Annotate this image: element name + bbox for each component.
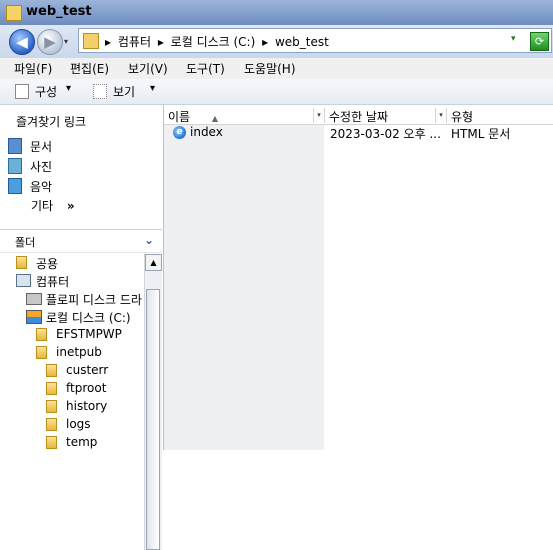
breadcrumb-separator[interactable]: ▸ (105, 35, 111, 49)
tree-item-label: logs (66, 417, 91, 431)
tree-item-label: 플로피 디스크 드라 (46, 293, 142, 307)
title-bar[interactable]: web_test (0, 0, 553, 25)
column-header-label: 수정한 날짜 (329, 110, 389, 124)
chevron-down-icon[interactable]: ⌄ (144, 233, 154, 247)
breadcrumb-separator[interactable]: ▸ (262, 35, 268, 49)
command-bar: 구성 ▾ 보기 ▾ (0, 79, 553, 105)
organize-button[interactable]: 구성 ▾ (10, 79, 80, 104)
views-button[interactable]: 보기 ▾ (88, 79, 164, 104)
double-chevron-icon: » (66, 199, 75, 213)
tree-item-label: ftproot (66, 381, 107, 395)
tree-item-label: temp (66, 435, 98, 449)
favorite-documents[interactable]: 문서 (6, 137, 156, 155)
menu-edit[interactable]: 편집(E) (70, 60, 109, 77)
music-icon (8, 178, 22, 194)
navigation-pane: 즐겨찾기 링크 문서 사진 음악 기타 » 폴더 ⌄ 공용 컴퓨터 플로피 디스… (0, 105, 164, 550)
folder-icon (46, 400, 57, 413)
sort-ascending-icon: ▲ (211, 114, 219, 123)
folder-icon (46, 418, 57, 431)
favorite-label: 문서 (30, 140, 53, 154)
menu-view[interactable]: 보기(V) (128, 60, 168, 77)
favorites-more-button[interactable]: 기타 » (31, 197, 75, 214)
computer-icon (16, 274, 31, 287)
organize-icon (15, 84, 29, 99)
scroll-thumb[interactable] (146, 289, 160, 550)
folders-header[interactable]: 폴더 ⌄ (0, 229, 162, 253)
documents-icon (8, 138, 22, 154)
column-header-name[interactable]: 이름 ▲ ▾ (164, 108, 325, 124)
file-type: HTML 문서 (451, 127, 511, 141)
menu-bar: 파일(F) 편집(E) 보기(V) 도구(T) 도움말(H) (0, 58, 553, 80)
table-row[interactable]: e index 2023-03-02 오후 ... HTML 문서 (164, 124, 553, 141)
folder-tree-scrollbar[interactable]: ▲ (144, 254, 162, 550)
address-bar[interactable]: ▸ 컴퓨터 ▸ 로컬 디스크 (C:) ▸ web_test ▾ ⟳ (78, 28, 552, 53)
floppy-icon (26, 293, 42, 305)
favorite-links-title: 즐겨찾기 링크 (16, 115, 87, 129)
breadcrumb-web-test[interactable]: web_test (275, 35, 329, 49)
column-header-row: 이름 ▲ ▾ 수정한 날짜 ▾ 유형 (164, 107, 553, 125)
menu-tools[interactable]: 도구(T) (186, 60, 225, 77)
pictures-icon (8, 158, 22, 174)
folder-icon (46, 382, 57, 395)
file-list: 이름 ▲ ▾ 수정한 날짜 ▾ 유형 e index 2023-03-02 오후… (164, 105, 553, 450)
breadcrumb-separator[interactable]: ▸ (158, 35, 164, 49)
tree-item-label: inetpub (56, 345, 102, 359)
breadcrumb-local-disk[interactable]: 로컬 디스크 (C:) (171, 35, 256, 49)
tree-item-label: EFSTMPWP (56, 327, 122, 341)
drive-icon (26, 310, 42, 324)
views-label: 보기 (113, 85, 136, 99)
scroll-up-button[interactable]: ▲ (145, 254, 162, 271)
navigation-bar: ◀ ▶ ▾ ▸ 컴퓨터 ▸ 로컬 디스크 (C:) ▸ web_test ▾ ⟳ (0, 25, 553, 58)
favorite-music[interactable]: 음악 (6, 177, 156, 195)
refresh-icon[interactable]: ⟳ (530, 32, 549, 51)
tree-item-label: 공용 (36, 257, 59, 271)
column-header-label: 이름 (168, 110, 191, 124)
tree-item-label: 로컬 디스크 (C:) (46, 311, 131, 325)
sorted-column-highlight (164, 124, 324, 450)
favorites-more-label: 기타 (31, 199, 54, 213)
tree-item-label: 컴퓨터 (36, 275, 70, 289)
address-dropdown-icon[interactable]: ▾ (511, 34, 516, 44)
recent-pages-dropdown[interactable]: ▾ (64, 37, 68, 46)
folder-icon (83, 33, 99, 49)
menu-help[interactable]: 도움말(H) (244, 60, 296, 77)
column-filter-dropdown[interactable]: ▾ (313, 108, 324, 123)
file-modified: 2023-03-02 오후 ... (330, 127, 441, 141)
breadcrumb: ▸ 컴퓨터 ▸ 로컬 디스크 (C:) ▸ web_test (105, 33, 332, 50)
arrow-right-icon: ▶ (44, 33, 56, 51)
views-icon (93, 84, 107, 99)
folder-icon (6, 5, 22, 21)
folders-label: 폴더 (15, 236, 36, 249)
tree-item-label: custerr (66, 363, 109, 377)
favorite-pictures[interactable]: 사진 (6, 157, 156, 175)
breadcrumb-computer[interactable]: 컴퓨터 (118, 35, 151, 49)
forward-button[interactable]: ▶ (37, 29, 63, 55)
back-button[interactable]: ◀ (9, 29, 35, 55)
chevron-down-icon: ▾ (150, 83, 156, 94)
menu-file[interactable]: 파일(F) (14, 60, 52, 77)
tree-item-label: history (66, 399, 108, 413)
folder-icon (46, 364, 57, 377)
folder-icon (46, 436, 57, 449)
folder-icon (16, 256, 27, 269)
folder-icon (36, 328, 47, 341)
organize-label: 구성 (35, 85, 58, 99)
file-name: index (190, 125, 223, 139)
ie-html-icon: e (173, 126, 186, 139)
column-filter-dropdown[interactable]: ▾ (435, 108, 446, 123)
favorite-label: 사진 (30, 160, 53, 174)
chevron-down-icon: ▾ (66, 83, 72, 94)
column-header-type[interactable]: 유형 (447, 108, 553, 124)
arrow-left-icon: ◀ (16, 33, 28, 51)
column-header-modified[interactable]: 수정한 날짜 ▾ (325, 108, 447, 124)
column-header-label: 유형 (451, 110, 474, 124)
window-title: web_test (26, 4, 92, 19)
favorite-label: 음악 (30, 180, 53, 194)
folder-icon (36, 346, 47, 359)
